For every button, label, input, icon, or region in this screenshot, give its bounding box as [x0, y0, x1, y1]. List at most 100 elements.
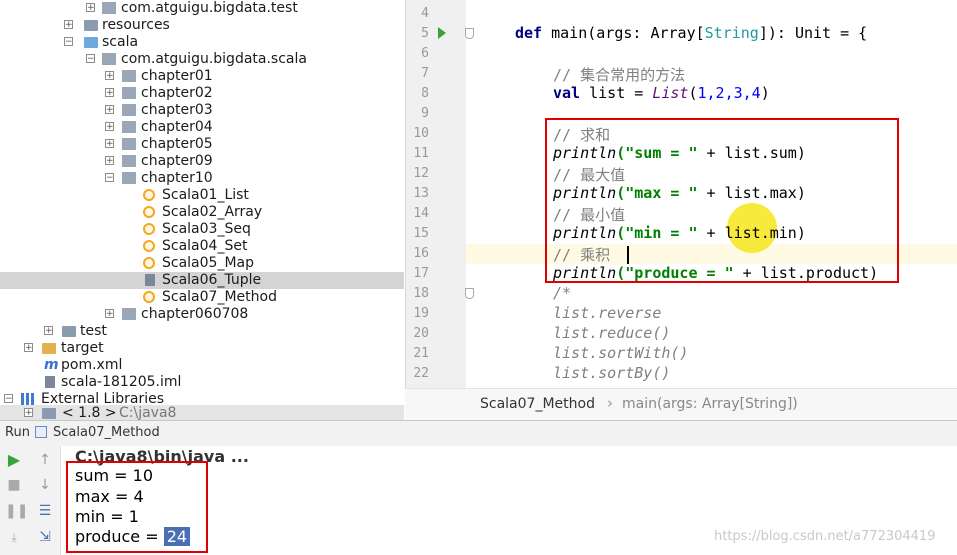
tree-item-resources[interactable]: + resources — [0, 17, 404, 34]
code-text: List — [652, 84, 689, 102]
folder-icon — [84, 37, 98, 48]
expand-icon[interactable]: + — [86, 3, 95, 13]
tree-item-chapter04[interactable]: + chapter04 — [0, 119, 404, 136]
code-text: list = — [580, 84, 653, 102]
code-text: ( — [688, 84, 698, 102]
tree-item-pom[interactable]: m pom.xml — [0, 357, 404, 374]
fold-icon[interactable] — [465, 288, 474, 299]
tree-item-scala02[interactable]: Scala02_Array — [0, 204, 404, 221]
expand-icon[interactable]: + — [24, 408, 33, 418]
keyword: def — [515, 24, 543, 42]
run-tab-label[interactable]: Run — [5, 425, 30, 440]
line-number: 12 — [413, 166, 429, 181]
iml-file-icon — [45, 376, 55, 388]
line-number: 22 — [413, 366, 429, 381]
tree-item-scala06[interactable]: Scala06_Tuple — [0, 272, 404, 289]
watermark: https://blog.csdn.net/a772304419 — [714, 529, 936, 544]
folder-icon — [84, 20, 98, 31]
breadcrumb-file[interactable]: Scala07_Method — [480, 396, 595, 412]
tree-item-chapter10[interactable]: − chapter10 — [0, 170, 404, 187]
folder-icon — [42, 408, 56, 419]
line-number: 9 — [421, 106, 429, 121]
package-icon — [122, 308, 136, 320]
tree-item-label: < 1.8 > — [62, 405, 117, 420]
tree-item-scala04[interactable]: Scala04_Set — [0, 238, 404, 255]
scala-object-icon — [143, 291, 155, 303]
tree-item-scala[interactable]: − scala — [0, 34, 404, 51]
collapse-icon[interactable]: − — [64, 37, 73, 47]
tree-item-label: Scala03_Seq — [162, 221, 251, 237]
collapse-icon[interactable]: − — [4, 394, 13, 404]
scala-object-icon — [143, 257, 155, 269]
run-gutter-icon[interactable] — [438, 27, 446, 39]
line-number: 13 — [413, 186, 429, 201]
package-icon — [102, 2, 116, 14]
tree-item-scala07[interactable]: Scala07_Method — [0, 289, 404, 306]
code-text: ]): Unit = { — [758, 24, 868, 42]
scroll-to-end-icon[interactable]: ⇲ — [36, 528, 54, 546]
expand-icon[interactable]: + — [105, 122, 114, 132]
tree-item-test[interactable]: + test — [0, 323, 404, 340]
type-name: String — [704, 24, 759, 42]
run-config-label[interactable]: Scala07_Method — [53, 425, 160, 440]
tree-item-label: Scala05_Map — [162, 255, 254, 271]
run-config-icon — [35, 426, 47, 438]
tree-item-scala03[interactable]: Scala03_Seq — [0, 221, 404, 238]
fold-icon[interactable] — [465, 28, 474, 39]
expand-icon[interactable]: + — [105, 139, 114, 149]
code-number: 1,2,3,4 — [697, 84, 761, 102]
expand-icon[interactable]: + — [105, 88, 114, 98]
tree-item-chapter02[interactable]: + chapter02 — [0, 85, 404, 102]
tree-item-chapter060708[interactable]: + chapter060708 — [0, 306, 404, 323]
tree-item-iml[interactable]: scala-181205.iml — [0, 374, 404, 391]
soft-wrap-icon[interactable]: ☰ — [36, 502, 54, 520]
collapse-icon[interactable]: − — [105, 173, 114, 183]
code-comment: list.sortBy() — [553, 364, 671, 382]
tree-item-label: pom.xml — [61, 357, 123, 373]
line-number: 7 — [421, 66, 429, 81]
expand-icon[interactable]: + — [105, 309, 114, 319]
stop-icon[interactable]: ■ — [5, 476, 23, 494]
tree-item-package-scala[interactable]: − com.atguigu.bigdata.scala — [0, 51, 404, 68]
line-number: 11 — [413, 146, 429, 161]
run-toolbar: Run Scala07_Method — [0, 420, 957, 447]
tree-item-label: scala — [102, 34, 139, 50]
expand-icon[interactable]: + — [105, 156, 114, 166]
tree-item-chapter09[interactable]: + chapter09 — [0, 153, 404, 170]
package-icon — [122, 121, 136, 133]
expand-icon[interactable]: + — [44, 326, 53, 336]
tree-item-scala01[interactable]: Scala01_List — [0, 187, 404, 204]
expand-icon[interactable]: + — [105, 105, 114, 115]
breadcrumb-method[interactable]: main(args: Array[String]) — [622, 396, 798, 412]
tree-item-chapter03[interactable]: + chapter03 — [0, 102, 404, 119]
package-icon — [122, 155, 136, 167]
tree-item-package-test[interactable]: + com.atguigu.bigdata.test — [0, 0, 404, 17]
package-icon — [122, 104, 136, 116]
expand-icon[interactable]: + — [24, 343, 33, 353]
code-line-5: def main(args: Array[String]): Unit = { — [515, 24, 867, 42]
library-icon — [21, 393, 34, 405]
package-icon — [102, 53, 116, 65]
scala-object-icon — [143, 206, 155, 218]
up-arrow-icon[interactable]: ↑ — [36, 451, 54, 469]
package-icon — [122, 70, 136, 82]
tree-item-target[interactable]: + target — [0, 340, 404, 357]
run-side-toolbar: ▶ ↑ ■ ↓ ❚❚ ☰ ⤓ ⇲ — [0, 446, 61, 555]
tree-item-chapter01[interactable]: + chapter01 — [0, 68, 404, 85]
down-arrow-icon[interactable]: ↓ — [36, 476, 54, 494]
tree-item-jdk[interactable]: + < 1.8 > C:\java8 — [0, 405, 404, 420]
expand-icon[interactable]: + — [105, 71, 114, 81]
line-number: 17 — [413, 266, 429, 281]
code-comment: list.reduce() — [553, 324, 671, 342]
collapse-icon[interactable]: − — [86, 54, 95, 64]
expand-icon[interactable]: + — [64, 20, 73, 30]
dump-threads-icon[interactable]: ⤓ — [5, 528, 23, 546]
pause-icon[interactable]: ❚❚ — [5, 502, 28, 520]
tree-item-label: Scala01_List — [162, 187, 249, 203]
tree-item-scala05[interactable]: Scala05_Map — [0, 255, 404, 272]
scala-file-icon — [145, 274, 155, 286]
breadcrumb: Scala07_Method › main(args: Array[String… — [405, 388, 957, 421]
tree-item-label: Scala06_Tuple — [162, 272, 262, 288]
tree-item-chapter05[interactable]: + chapter05 — [0, 136, 404, 153]
rerun-icon[interactable]: ▶ — [5, 451, 23, 469]
